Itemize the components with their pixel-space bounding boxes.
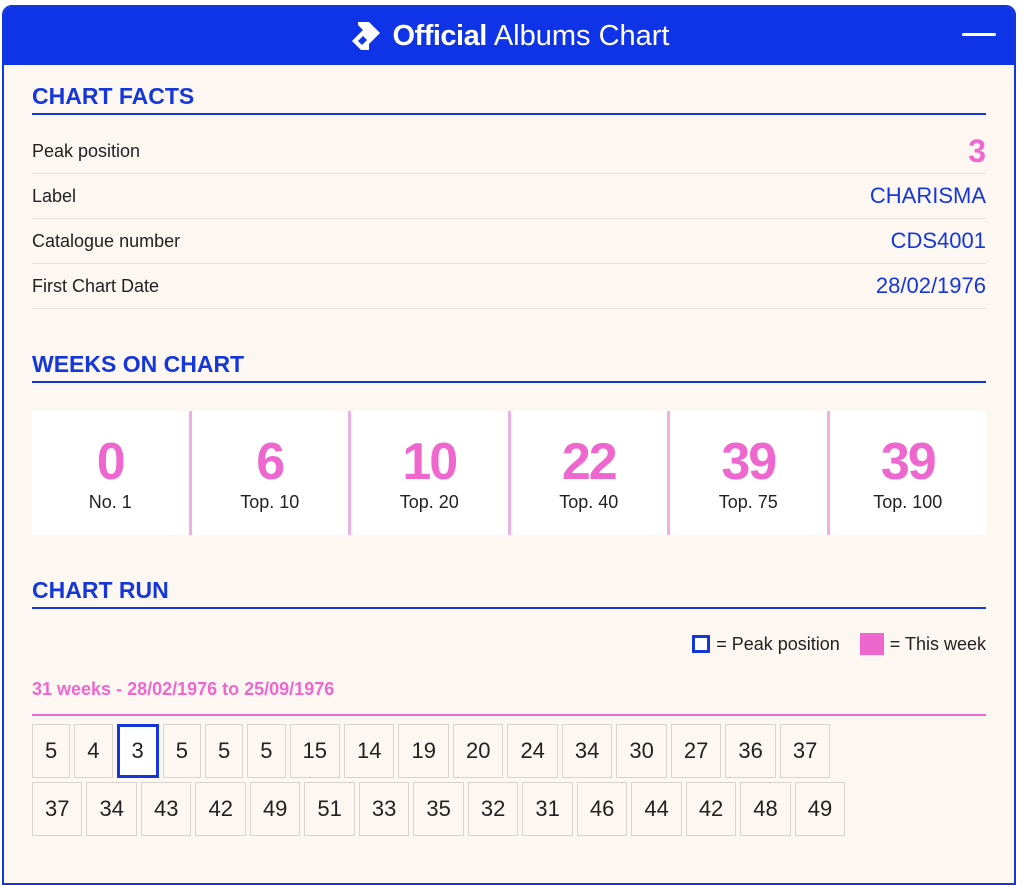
stat-label: Top. 40 — [559, 491, 619, 512]
stat-top10: 6 Top. 10 — [188, 411, 349, 535]
chart-run-cell[interactable]: 34 — [561, 724, 613, 778]
official-charts-logo-icon — [351, 22, 380, 50]
chart-facts-title: CHART FACTS — [32, 83, 986, 115]
stat-label: Top. 100 — [873, 491, 943, 512]
chart-run-cell[interactable]: 46 — [576, 782, 628, 836]
chart-run-cell[interactable]: 49 — [794, 782, 846, 836]
chart-run-cell[interactable]: 37 — [779, 724, 831, 778]
chart-run-cell[interactable]: 49 — [249, 782, 301, 836]
chart-run-cell[interactable]: 36 — [725, 724, 776, 778]
weeks-stats: 0 No. 1 6 Top. 10 10 Top. 20 22 Top. 40 … — [32, 411, 986, 535]
stat-top100: 39 Top. 100 — [826, 411, 987, 535]
chart-run-cell[interactable]: 5 — [247, 724, 286, 778]
chart-run-cell[interactable]: 48 — [740, 782, 791, 836]
chart-run-cell[interactable]: 42 — [195, 782, 246, 836]
chart-run-cell[interactable]: 34 — [86, 782, 137, 836]
chart-facts-list: Peak position 3 Label CHARISMA Catalogue… — [32, 129, 986, 309]
fact-value[interactable]: CHARISMA — [870, 183, 986, 209]
chart-run-cell[interactable]: 37 — [32, 782, 83, 836]
chart-run-row: 37 34 43 42 49 51 33 35 32 31 46 44 42 48 49 — [32, 782, 986, 836]
stat-value: 22 — [561, 432, 618, 491]
chart-run-cell[interactable]: 27 — [670, 724, 722, 778]
chart-run-cell[interactable]: 4 — [74, 724, 113, 778]
this-week-swatch-icon — [859, 633, 884, 655]
chart-run-cell-peak[interactable]: 3 — [116, 724, 159, 778]
chart-run-cell[interactable]: 14 — [343, 724, 395, 778]
chart-run-cell[interactable]: 42 — [685, 782, 737, 836]
stat-value: 39 — [721, 432, 777, 491]
stat-label: Top. 10 — [240, 491, 300, 512]
stat-label: Top. 75 — [718, 491, 778, 512]
chart-run-cell[interactable]: 15 — [289, 724, 340, 778]
chart-run-cell[interactable]: 5 — [32, 724, 71, 778]
chart-run-cell[interactable]: 5 — [162, 724, 201, 778]
collapse-icon[interactable] — [962, 33, 996, 36]
fact-label: Peak position — [32, 140, 141, 161]
chart-panel: Official Albums Chart CHART FACTS Peak p… — [2, 5, 1016, 885]
chart-run-cell[interactable]: 30 — [616, 724, 667, 778]
chart-run-cell[interactable]: 35 — [413, 782, 464, 836]
fact-label: First Chart Date — [32, 275, 160, 296]
chart-run-cell[interactable]: 20 — [452, 724, 504, 778]
stat-value: 10 — [402, 432, 458, 491]
stat-top75: 39 Top. 75 — [667, 411, 827, 535]
chart-run-legend: = Peak position = This week — [32, 633, 986, 655]
stat-value: 0 — [96, 432, 126, 491]
chart-run-title: CHART RUN — [32, 577, 986, 609]
panel-header: Official Albums Chart — [4, 7, 1014, 65]
fact-value: CDS4001 — [890, 228, 986, 253]
peak-swatch-icon — [692, 635, 711, 653]
stat-top40: 22 Top. 40 — [507, 411, 668, 535]
panel-content: CHART FACTS Peak position 3 Label CHARIS… — [4, 83, 1014, 836]
fact-first-chart-date: First Chart Date 28/02/1976 — [32, 264, 986, 309]
chart-run-cell[interactable]: 24 — [507, 724, 558, 778]
chart-run-cell[interactable]: 5 — [205, 724, 244, 778]
fact-label-row: Label CHARISMA — [32, 174, 986, 219]
fact-catalogue-number: Catalogue number CDS4001 — [32, 219, 986, 264]
legend-peak-label: = Peak position — [716, 633, 840, 654]
chart-run-cell[interactable]: 32 — [467, 782, 519, 836]
stat-value: 6 — [256, 432, 285, 491]
chart-run-range: 31 weeks - 28/02/1976 to 25/09/1976 — [32, 679, 986, 716]
chart-run-grid: 5 4 3 5 5 5 15 14 19 20 24 34 30 27 36 37 37 34 43 42 49 51 3… — [32, 724, 986, 836]
legend-this-label: = This week — [889, 633, 986, 654]
chart-run-cell[interactable]: 44 — [631, 782, 682, 836]
weeks-on-chart-title: WEEKS ON CHART — [32, 351, 986, 383]
fact-value: 3 — [968, 132, 986, 169]
chart-run-cell[interactable]: 43 — [140, 782, 192, 836]
fact-label: Label — [32, 185, 77, 206]
stat-value: 39 — [880, 432, 937, 491]
brand-bold: Official — [392, 19, 488, 52]
chart-run-cell[interactable]: 33 — [358, 782, 410, 836]
brand-light: Albums Chart — [493, 19, 670, 52]
chart-run-row: 5 4 3 5 5 5 15 14 19 20 24 34 30 27 36 37 — [32, 724, 986, 778]
stat-label: No. 1 — [88, 491, 132, 512]
fact-value[interactable]: 28/02/1976 — [876, 273, 986, 299]
stat-top20: 10 Top. 20 — [348, 411, 508, 535]
chart-run-cell[interactable]: 31 — [522, 782, 573, 836]
fact-label: Catalogue number — [32, 230, 181, 251]
chart-run-cell[interactable]: 19 — [398, 724, 449, 778]
logo: Official Albums Chart — [349, 19, 670, 53]
fact-peak-position: Peak position 3 — [32, 129, 986, 174]
chart-run-cell[interactable]: 51 — [304, 782, 355, 836]
stat-label: Top. 20 — [399, 491, 459, 512]
stat-no1: 0 No. 1 — [32, 411, 189, 535]
